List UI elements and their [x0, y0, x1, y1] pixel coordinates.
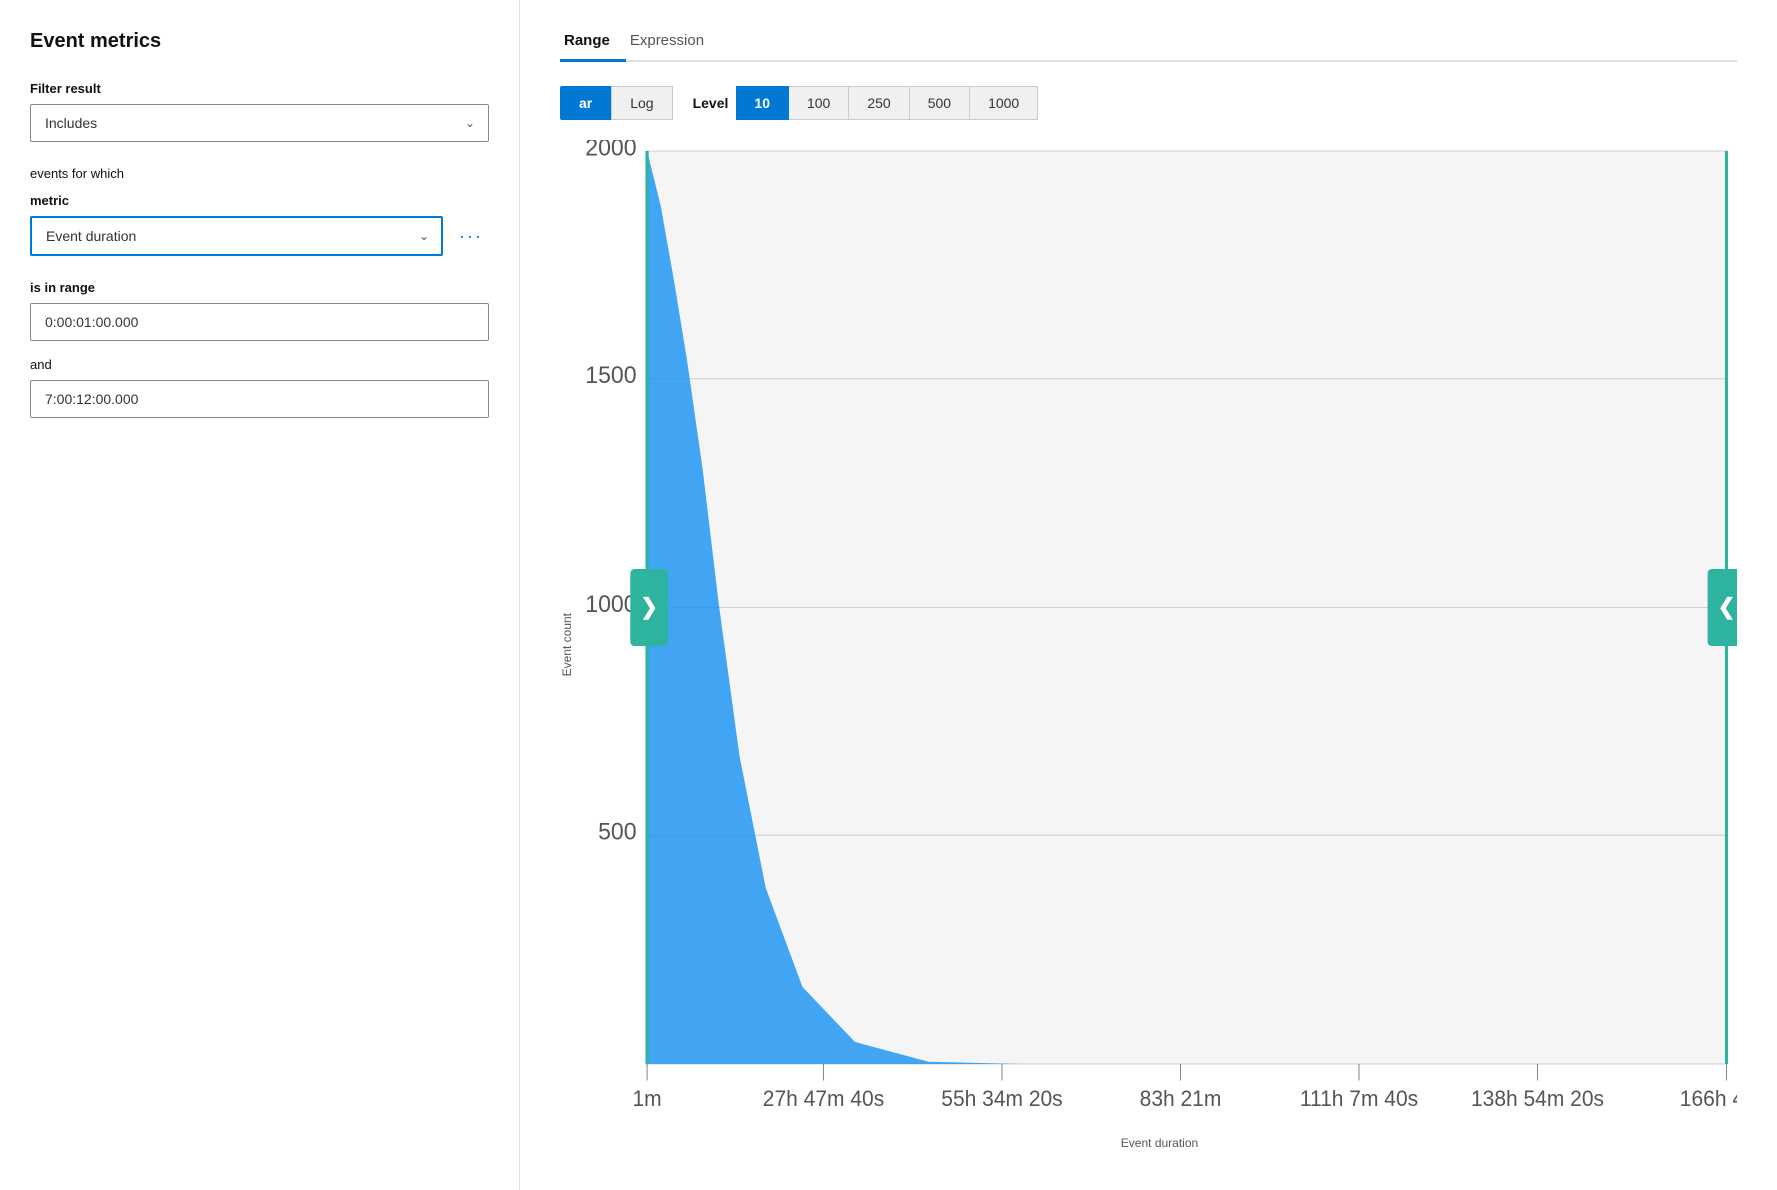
toggle-bar-button[interactable]: ar: [560, 86, 611, 120]
level-250-button[interactable]: 250: [849, 86, 909, 120]
range-end-input[interactable]: [30, 380, 489, 418]
chart-svg-wrap: 2000 1500 1000 500: [582, 140, 1737, 1130]
svg-text:500: 500: [598, 819, 637, 846]
filter-result-label: Filter result: [30, 81, 489, 96]
tab-expression[interactable]: Expression: [626, 24, 720, 62]
svg-text:❮: ❮: [1718, 595, 1736, 621]
metric-row: Event duration Event count ⌄ ···: [30, 216, 489, 256]
filter-result-select-wrapper: Includes Excludes ⌄: [30, 104, 489, 142]
level-10-button[interactable]: 10: [736, 86, 789, 120]
svg-text:2000: 2000: [585, 140, 636, 162]
svg-text:❯: ❯: [640, 595, 658, 621]
x-axis-label: Event duration: [582, 1136, 1737, 1150]
svg-text:27h 47m 40s: 27h 47m 40s: [763, 1086, 884, 1111]
toggle-log-button[interactable]: Log: [611, 86, 672, 120]
svg-text:1000: 1000: [585, 591, 636, 618]
and-label: and: [30, 357, 489, 372]
chart-inner: 2000 1500 1000 500: [582, 140, 1737, 1150]
events-for-which-label: events for which: [30, 166, 489, 181]
panel-title: Event metrics: [30, 30, 489, 53]
svg-text:1500: 1500: [585, 363, 636, 390]
svg-text:1m: 1m: [633, 1086, 662, 1111]
chart-area: Event count 2000 1500 1000 500: [560, 140, 1737, 1150]
chart-svg: 2000 1500 1000 500: [582, 140, 1737, 1130]
svg-text:138h 54m 20s: 138h 54m 20s: [1471, 1086, 1604, 1111]
svg-text:166h 41m: 166h 41m: [1680, 1086, 1737, 1111]
svg-text:83h 21m: 83h 21m: [1140, 1086, 1222, 1111]
level-label: Level: [693, 95, 729, 111]
controls-bar: ar Log Level 10 100 250 500 1000: [560, 86, 1737, 120]
level-500-button[interactable]: 500: [910, 86, 970, 120]
level-100-button[interactable]: 100: [789, 86, 849, 120]
metric-select[interactable]: Event duration Event count: [30, 216, 443, 256]
is-in-range-label: is in range: [30, 280, 489, 295]
range-start-input[interactable]: [30, 303, 489, 341]
y-axis-label: Event count: [560, 613, 574, 676]
metric-more-button[interactable]: ···: [453, 222, 489, 251]
metric-select-wrapper: Event duration Event count ⌄: [30, 216, 443, 256]
level-1000-button[interactable]: 1000: [970, 86, 1038, 120]
svg-text:55h 34m 20s: 55h 34m 20s: [941, 1086, 1062, 1111]
svg-text:111h 7m 40s: 111h 7m 40s: [1300, 1086, 1418, 1111]
metric-label: metric: [30, 193, 489, 208]
right-panel: Range Expression ar Log Level 10 100 250…: [520, 0, 1777, 1190]
tab-bar: Range Expression: [560, 24, 1737, 62]
filter-result-select[interactable]: Includes Excludes: [30, 104, 489, 142]
left-panel: Event metrics Filter result Includes Exc…: [0, 0, 520, 1190]
tab-range[interactable]: Range: [560, 24, 626, 62]
